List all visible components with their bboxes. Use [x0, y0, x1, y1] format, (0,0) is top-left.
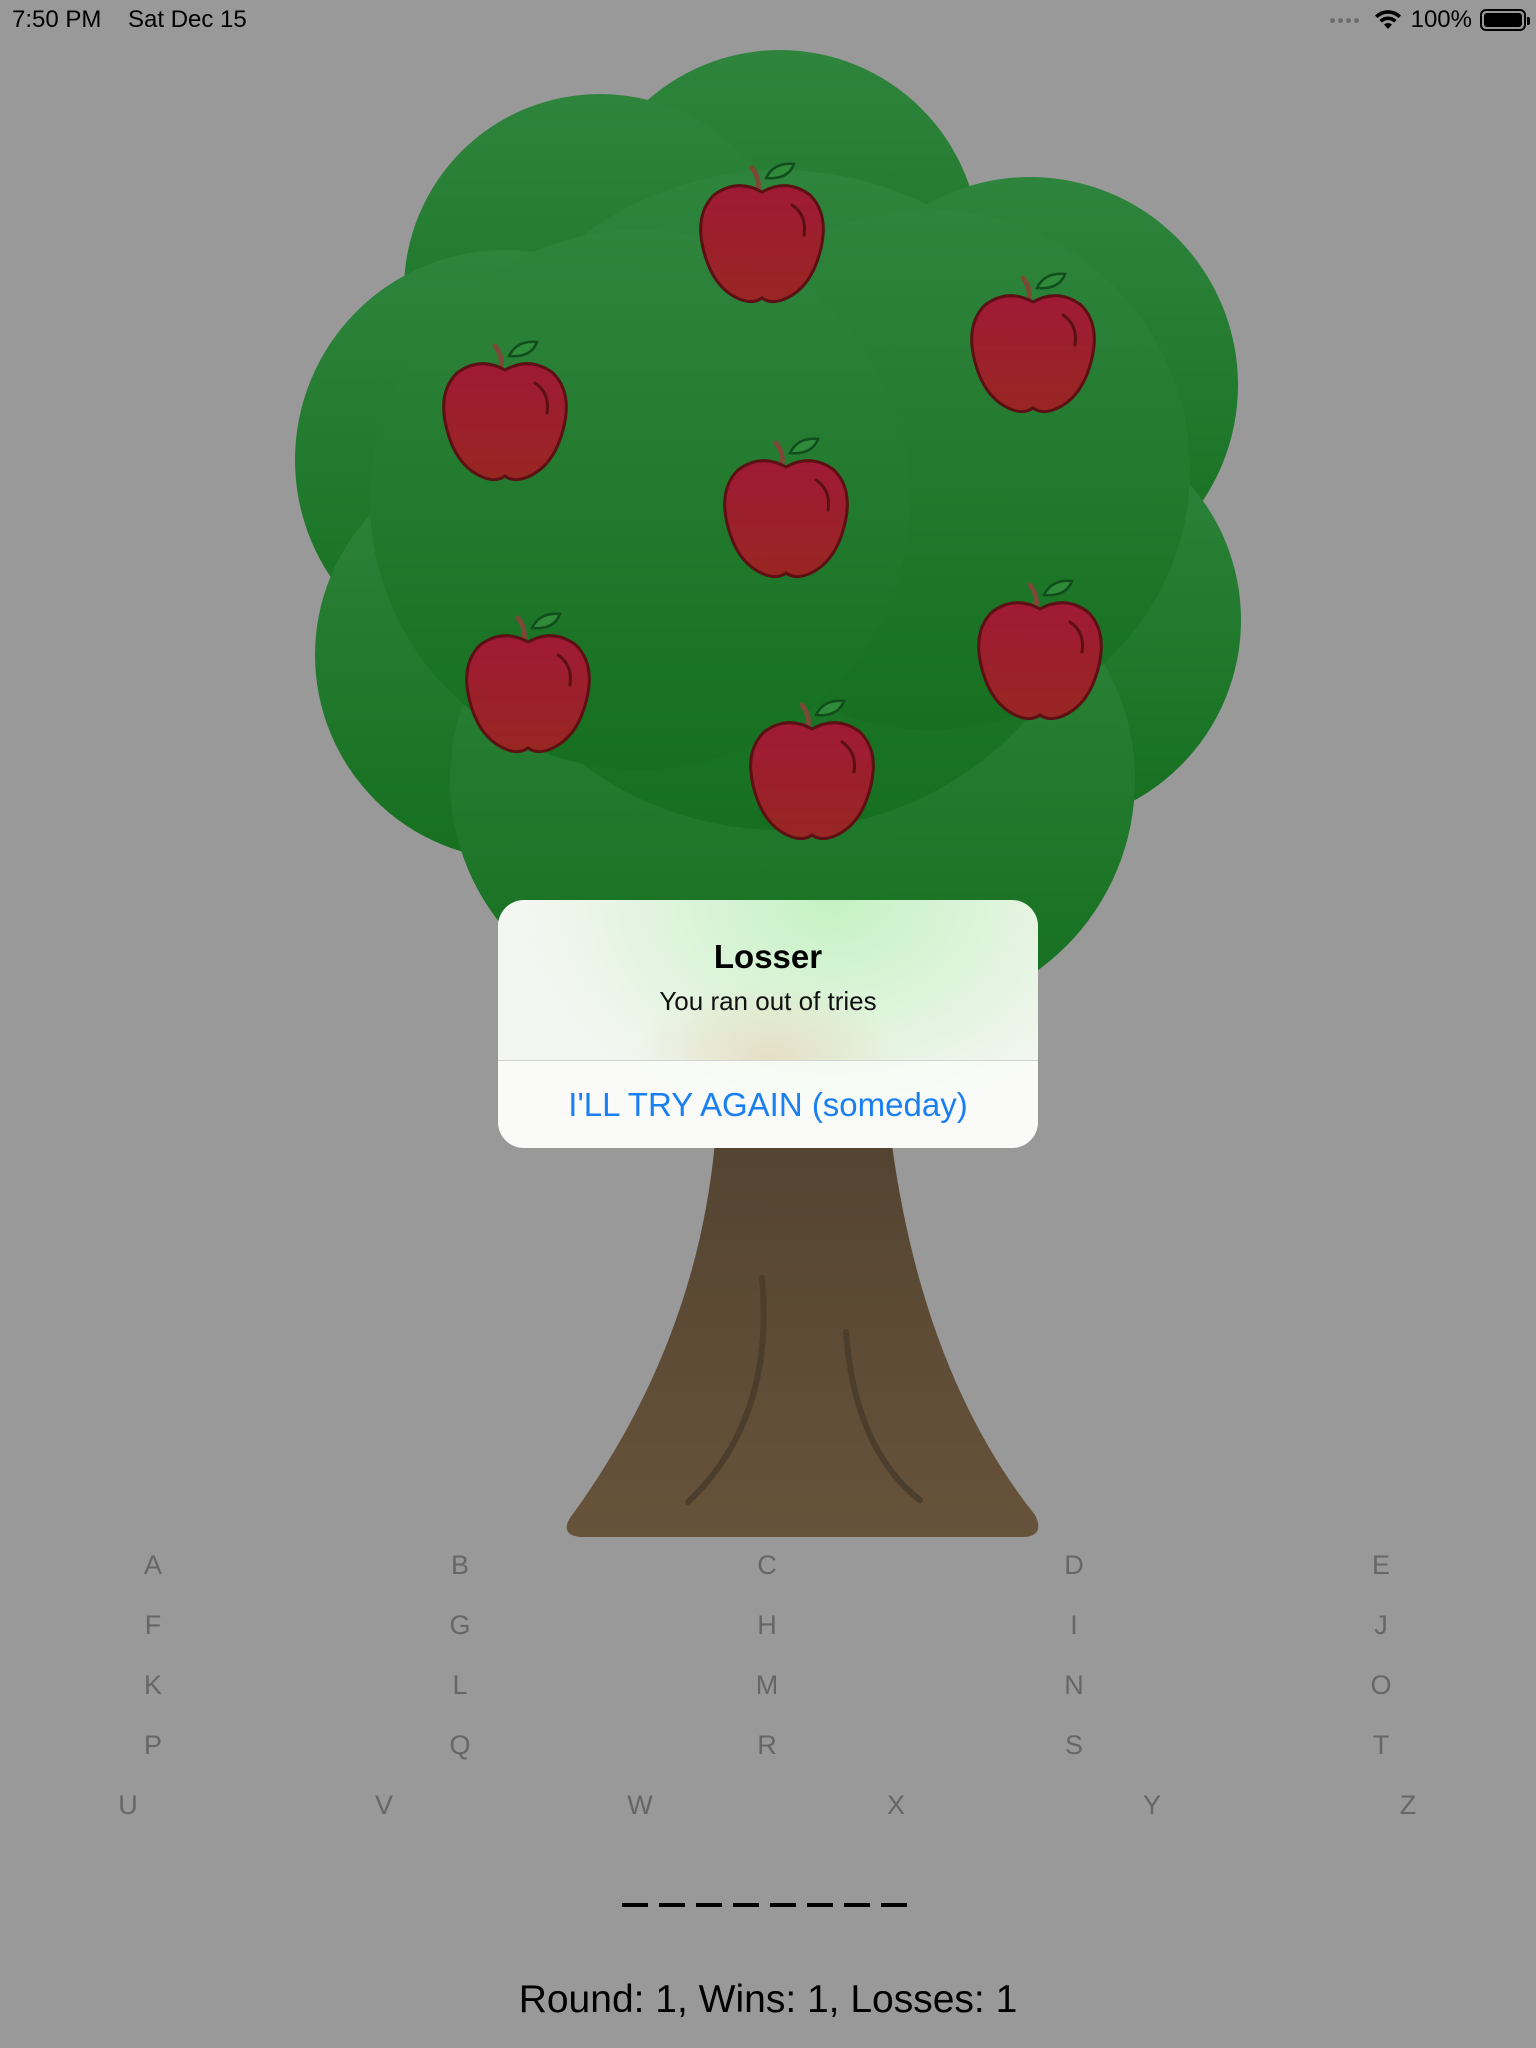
letter-key-d[interactable]: D — [1044, 1545, 1104, 1585]
letter-key-j[interactable]: J — [1351, 1605, 1411, 1645]
letter-key-v[interactable]: V — [354, 1785, 414, 1825]
letter-key-n[interactable]: N — [1044, 1665, 1104, 1705]
score-label: Round: 1, Wins: 1, Losses: 1 — [518, 1978, 1018, 2021]
letter-key-p[interactable]: P — [123, 1725, 183, 1765]
letter-key-x[interactable]: X — [866, 1785, 926, 1825]
letter-key-k[interactable]: K — [123, 1665, 183, 1705]
alert-title: Losser — [713, 938, 823, 975]
letter-key-o[interactable]: O — [1351, 1665, 1411, 1705]
letter-key-r[interactable]: R — [737, 1725, 797, 1765]
alert-dialog: Losser You ran out of tries I'LL TRY AGA… — [498, 900, 1038, 1148]
letter-key-q[interactable]: Q — [430, 1725, 490, 1765]
letter-key-b[interactable]: B — [430, 1545, 490, 1585]
letter-key-g[interactable]: G — [430, 1605, 490, 1645]
try-again-button[interactable]: I'LL TRY AGAIN (someday) — [498, 1061, 1038, 1148]
letter-key-c[interactable]: C — [737, 1545, 797, 1585]
letter-key-h[interactable]: H — [737, 1605, 797, 1645]
letter-key-m[interactable]: M — [737, 1665, 797, 1705]
letter-key-f[interactable]: F — [123, 1605, 183, 1645]
word-display — [0, 1895, 1536, 1915]
alert-body — [498, 900, 1038, 1060]
letter-key-l[interactable]: L — [430, 1665, 490, 1705]
letter-key-u[interactable]: U — [98, 1785, 158, 1825]
word-blanks — [622, 1903, 907, 1907]
letter-key-a[interactable]: A — [123, 1545, 183, 1585]
alert-message: You ran out of tries — [659, 986, 877, 1016]
letter-key-s[interactable]: S — [1044, 1725, 1104, 1765]
letter-key-t[interactable]: T — [1351, 1725, 1411, 1765]
letter-key-y[interactable]: Y — [1122, 1785, 1182, 1825]
letter-key-z[interactable]: Z — [1378, 1785, 1438, 1825]
letter-key-w[interactable]: W — [610, 1785, 670, 1825]
letter-key-i[interactable]: I — [1044, 1605, 1104, 1645]
letter-key-e[interactable]: E — [1351, 1545, 1411, 1585]
